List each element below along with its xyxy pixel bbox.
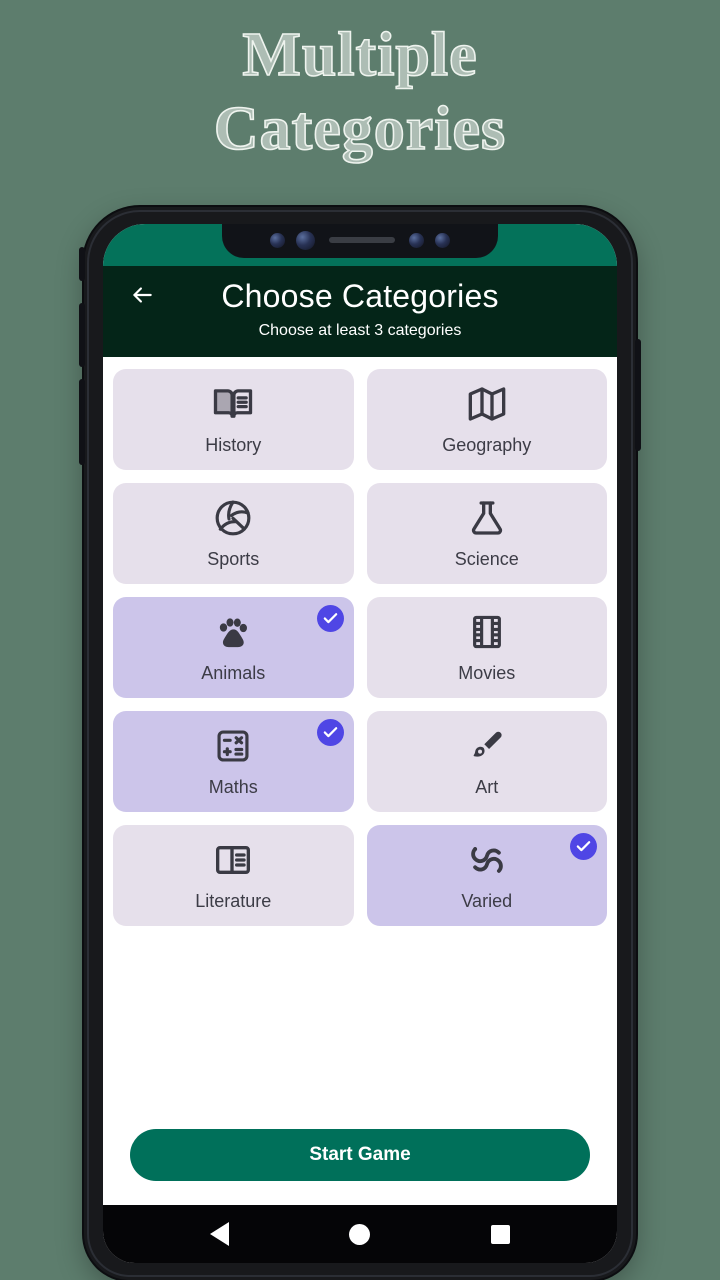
back-button[interactable] — [123, 278, 161, 316]
front-camera-icon — [296, 230, 315, 250]
volleyball-icon — [213, 497, 253, 539]
promo-headline-line-2: Categories — [213, 94, 507, 164]
category-label: Art — [475, 777, 499, 797]
paintbrush-icon — [468, 725, 506, 767]
category-card-literature[interactable]: Literature — [113, 825, 354, 926]
sensor-icon — [270, 232, 285, 248]
nav-back-icon — [209, 1222, 229, 1246]
nav-back-button[interactable] — [195, 1210, 243, 1258]
nav-recents-icon — [491, 1224, 511, 1244]
category-card-movies[interactable]: Movies — [366, 597, 607, 698]
category-label: Maths — [208, 777, 258, 797]
mute-switch[interactable] — [79, 247, 85, 281]
nav-home-icon — [349, 1223, 371, 1245]
promo-headline: Multiple Categories — [0, 18, 720, 166]
start-game-button[interactable]: Start Game — [130, 1129, 590, 1181]
nav-recents-button[interactable] — [477, 1210, 525, 1258]
paw-icon — [213, 611, 253, 653]
category-card-sports[interactable]: Sports — [113, 483, 354, 584]
notch — [222, 224, 498, 258]
arrow-left-icon — [129, 282, 155, 312]
volume-down-button[interactable] — [79, 379, 85, 465]
category-label: History — [205, 435, 262, 455]
category-label: Movies — [458, 663, 516, 683]
category-card-history[interactable]: History — [113, 369, 354, 470]
category-label: Literature — [195, 891, 272, 911]
page-title: Choose Categories — [221, 278, 499, 314]
film-strip-icon — [468, 611, 506, 653]
earpiece-speaker — [329, 237, 395, 243]
category-label: Animals — [201, 663, 266, 683]
category-card-art[interactable]: Art — [366, 711, 607, 812]
category-label: Science — [454, 549, 519, 569]
category-label: Sports — [207, 549, 260, 569]
promo-headline-line-1: Multiple — [242, 20, 478, 90]
status-bar — [103, 224, 617, 266]
check-badge — [316, 605, 344, 632]
ambient-light-sensor-icon — [435, 232, 450, 248]
content-sheet: History Geography Sports Science Animals… — [103, 355, 617, 1205]
map-icon — [467, 383, 507, 425]
category-label: Geography — [442, 435, 532, 455]
start-game-label: Start Game — [309, 1144, 411, 1165]
proximity-sensor-icon — [409, 232, 424, 248]
category-grid: History Geography Sports Science Animals… — [113, 369, 607, 926]
check-badge — [570, 833, 597, 860]
phone-frame: Choose Categories Choose at least 3 cate… — [79, 207, 641, 1280]
category-card-maths[interactable]: Maths — [113, 711, 354, 812]
page-subtitle: Choose at least 3 categories — [258, 322, 462, 339]
power-button[interactable] — [635, 339, 641, 451]
category-card-animals[interactable]: Animals — [113, 597, 354, 698]
flask-icon — [467, 497, 507, 539]
open-book-icon — [212, 383, 254, 425]
article-icon — [213, 839, 253, 881]
check-badge — [316, 719, 344, 746]
category-card-science[interactable]: Science — [366, 483, 607, 584]
nav-home-button[interactable] — [336, 1210, 384, 1258]
volume-up-button[interactable] — [79, 303, 85, 367]
android-nav-bar — [103, 1205, 617, 1263]
infinity-icon — [464, 839, 510, 881]
calculator-icon — [214, 725, 252, 767]
category-label: Varied — [461, 891, 513, 911]
category-card-geography[interactable]: Geography — [366, 369, 607, 470]
category-card-varied[interactable]: Varied — [366, 825, 607, 926]
app-bar: Choose Categories Choose at least 3 cate… — [103, 266, 617, 357]
phone-screen: Choose Categories Choose at least 3 cate… — [103, 224, 617, 1263]
